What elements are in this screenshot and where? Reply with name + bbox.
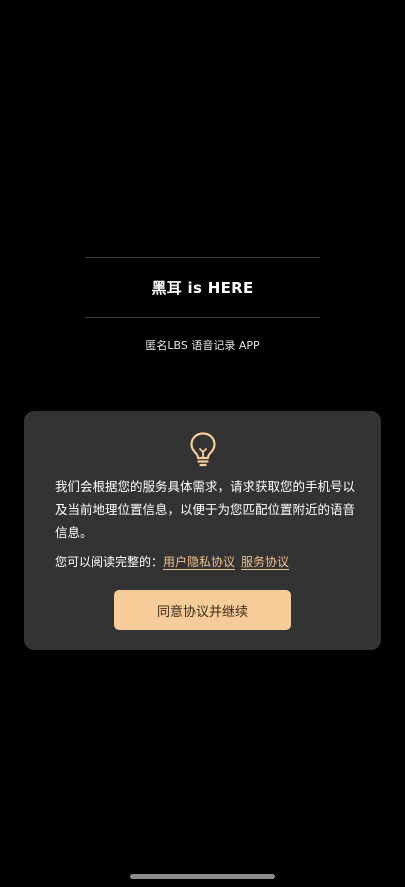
agree-and-continue-button[interactable]: 同意协议并继续 [114, 590, 291, 630]
title-divider-top [85, 257, 320, 258]
home-indicator [130, 874, 275, 879]
permission-dialog: 我们会根据您的服务具体需求，请求获取您的手机号以及当前地理位置信息，以便于为您匹… [24, 411, 381, 650]
agreement-line: 您可以阅读完整的：用户隐私协议 服务协议 [55, 553, 365, 570]
lightbulb-icon [190, 432, 216, 467]
service-agreement-link[interactable]: 服务协议 [241, 555, 289, 569]
permission-description: 我们会根据您的服务具体需求，请求获取您的手机号以及当前地理位置信息，以便于为您匹… [55, 479, 356, 540]
app-title: 黑耳 is HERE [151, 279, 254, 297]
privacy-policy-link[interactable]: 用户隐私协议 [163, 555, 235, 569]
app-subtitle: 匿名LBS 语音记录 APP [145, 339, 260, 352]
agreement-prefix: 您可以阅读完整的： [55, 555, 164, 569]
title-divider-bottom [85, 317, 320, 318]
